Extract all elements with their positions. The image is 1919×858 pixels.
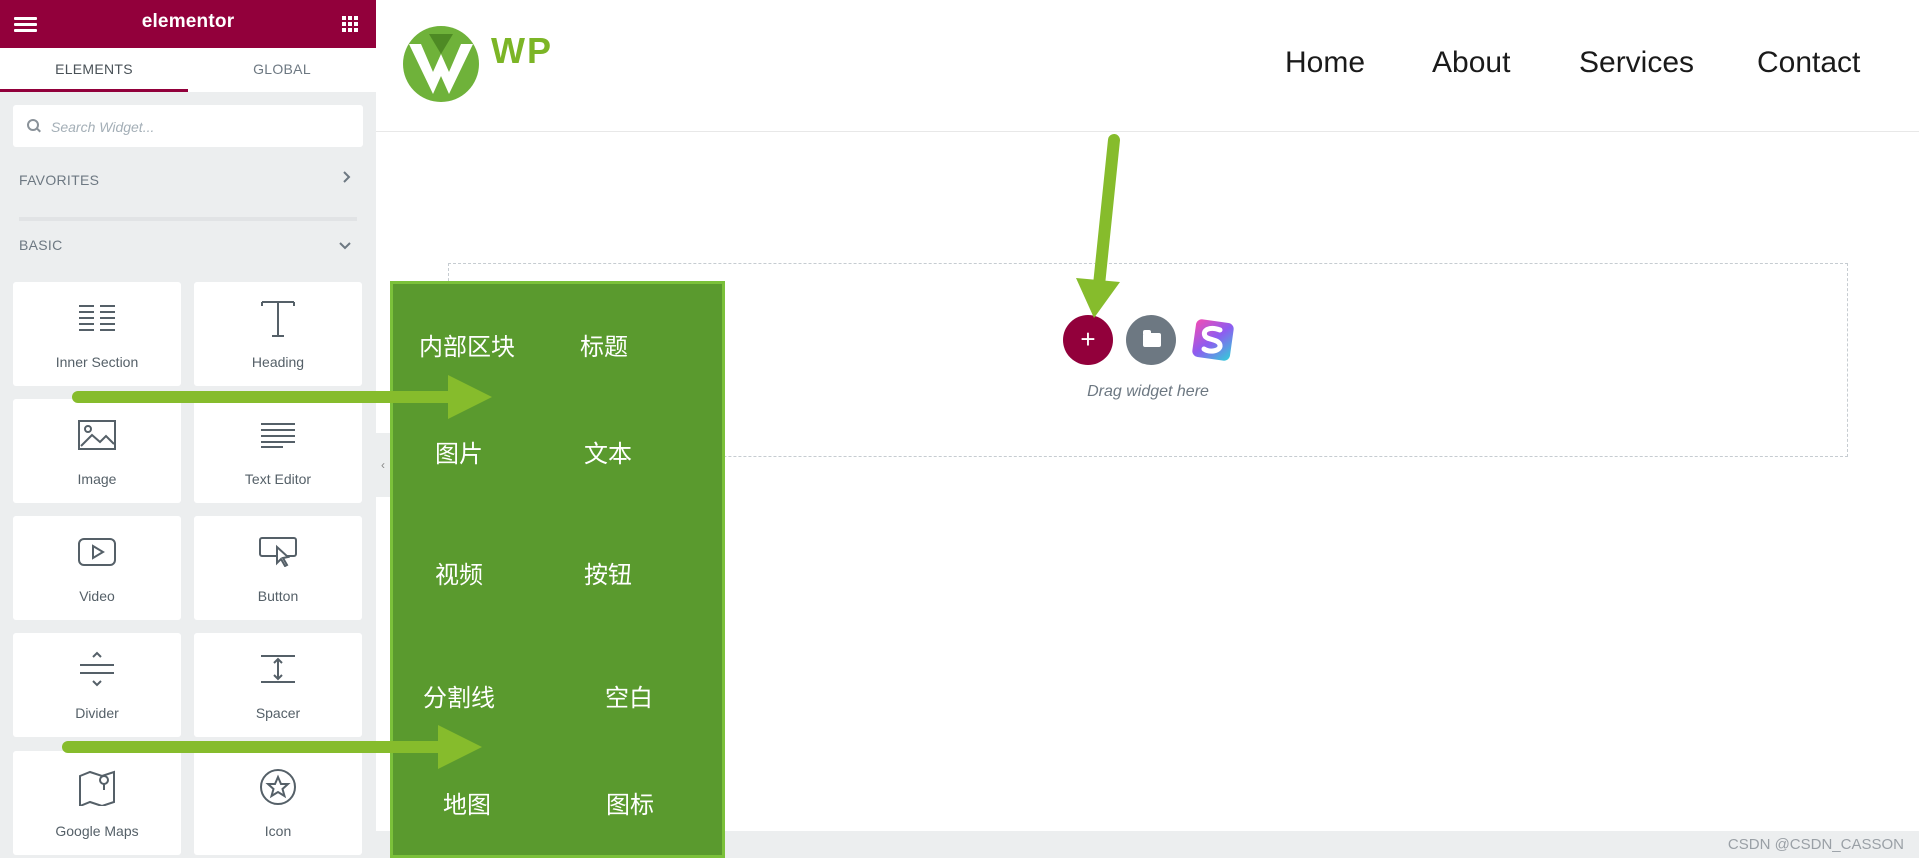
widget-google-maps[interactable]: Google Maps xyxy=(13,751,181,855)
annotation-divider: 分割线 xyxy=(423,684,495,712)
panel-tabs: ELEMENTS GLOBAL xyxy=(0,48,376,92)
panel-header: elementor xyxy=(0,0,376,48)
annotation-button: 按钮 xyxy=(584,561,632,589)
widget-label: Button xyxy=(257,588,299,604)
heading-icon xyxy=(194,298,362,338)
inner-section-icon xyxy=(13,298,181,338)
watermark: CSDN @CSDN_CASSON xyxy=(1727,836,1904,853)
image-icon xyxy=(13,415,181,455)
site-logo[interactable] xyxy=(401,24,481,104)
annotation-heading: 标题 xyxy=(580,333,628,361)
widget-image[interactable]: Image xyxy=(13,399,181,503)
nav-about[interactable]: About xyxy=(1432,46,1510,80)
button-icon xyxy=(194,532,362,572)
search-input[interactable] xyxy=(49,105,353,149)
widget-label: Video xyxy=(79,588,115,604)
video-icon xyxy=(13,532,181,572)
annotation-icon: 图标 xyxy=(606,791,654,819)
annotation-image: 图片 xyxy=(435,440,483,468)
drag-widget-hint: Drag widget here xyxy=(1087,383,1209,400)
widget-divider[interactable]: Divider xyxy=(13,633,181,737)
widget-label: Image xyxy=(77,471,117,487)
nav-home[interactable]: Home xyxy=(1285,46,1365,80)
collapse-panel-toggle[interactable]: ‹ xyxy=(376,433,390,497)
annotation-spacer: 空白 xyxy=(605,684,653,712)
nav-services[interactable]: Services xyxy=(1579,46,1694,80)
starter-templates-button[interactable] xyxy=(1188,315,1238,365)
chevron-down-icon[interactable] xyxy=(338,238,352,254)
category-divider xyxy=(19,217,357,221)
widget-label: Heading xyxy=(251,354,305,370)
google-maps-icon xyxy=(13,767,181,807)
text-editor-icon xyxy=(194,415,362,455)
add-template-button[interactable] xyxy=(1126,315,1176,365)
widget-label: Inner Section xyxy=(55,354,139,370)
brand-title: elementor xyxy=(141,11,235,32)
widget-icon[interactable]: Icon xyxy=(194,751,362,855)
logo-text: WP xyxy=(491,30,553,71)
widget-label: Google Maps xyxy=(55,823,139,839)
annotation-video: 视频 xyxy=(435,561,483,589)
annotation-text: 文本 xyxy=(584,440,632,468)
widget-text-editor[interactable]: Text Editor xyxy=(194,399,362,503)
folder-icon xyxy=(1143,330,1161,347)
widget-inner-section[interactable]: Inner Section xyxy=(13,282,181,386)
nav-contact[interactable]: Contact xyxy=(1757,46,1860,80)
widget-label: Text Editor xyxy=(244,471,312,487)
widget-heading[interactable]: Heading xyxy=(194,282,362,386)
grid-icon[interactable] xyxy=(342,16,358,32)
widget-label: Divider xyxy=(75,705,119,721)
widget-label: Spacer xyxy=(255,705,301,721)
widget-label: Icon xyxy=(264,823,292,839)
elementor-panel: elementor ELEMENTS GLOBAL FAVORITES BASI… xyxy=(0,0,376,858)
spacer-icon xyxy=(194,649,362,689)
widget-button[interactable]: Button xyxy=(194,516,362,620)
widget-search xyxy=(13,105,363,149)
tab-elements[interactable]: ELEMENTS xyxy=(0,48,188,92)
site-header: WP Home About Services Contact xyxy=(376,0,1919,132)
category-favorites[interactable]: FAVORITES xyxy=(19,172,99,188)
widget-video[interactable]: Video xyxy=(13,516,181,620)
widget-spacer[interactable]: Spacer xyxy=(194,633,362,737)
category-basic[interactable]: BASIC xyxy=(19,237,63,253)
chevron-right-icon[interactable] xyxy=(342,170,352,187)
divider-icon xyxy=(13,649,181,689)
annotation-inner-section: 内部区块 xyxy=(419,333,515,361)
star-icon xyxy=(194,767,362,807)
add-section-button[interactable]: + xyxy=(1063,315,1113,365)
annotation-map: 地图 xyxy=(443,791,491,819)
tab-global[interactable]: GLOBAL xyxy=(188,48,376,92)
search-icon xyxy=(27,119,39,131)
